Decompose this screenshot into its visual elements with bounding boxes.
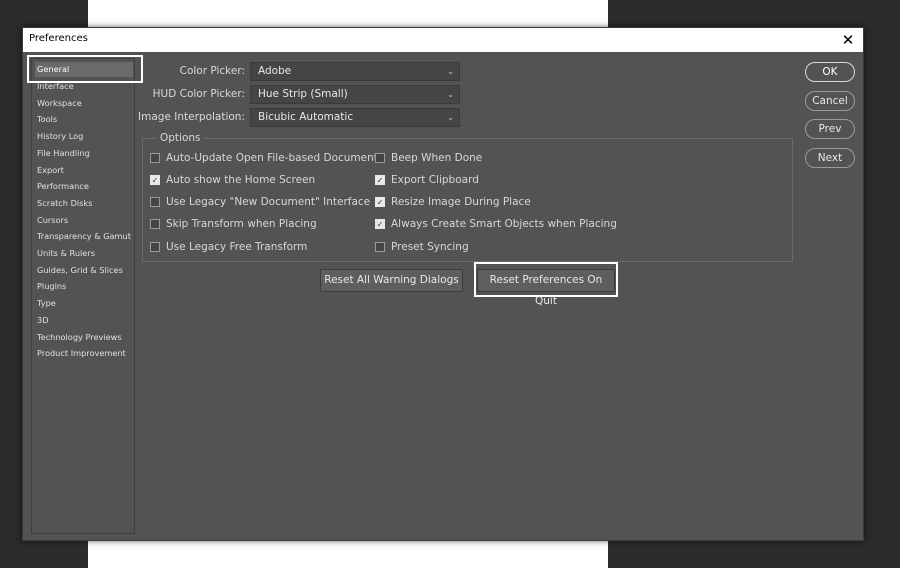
preferences-dialog: Preferences ✕ General Interface Workspac…	[22, 27, 864, 541]
option-legacy-free-transform[interactable]: Use Legacy Free Transform	[150, 240, 307, 254]
dialog-title: Preferences	[29, 33, 88, 44]
sidebar-item-file-handling[interactable]: File Handling	[35, 146, 133, 161]
reset-warning-dialogs-button[interactable]: Reset All Warning Dialogs	[320, 269, 463, 292]
sidebar-item-plugins[interactable]: Plugins	[35, 279, 133, 294]
option-auto-update[interactable]: Auto-Update Open File-based Documents	[150, 151, 383, 165]
color-picker-value: Adobe	[258, 65, 292, 77]
sidebar-item-units-rulers[interactable]: Units & Rulers	[35, 246, 133, 261]
chevron-down-icon: ⌄	[447, 67, 454, 76]
image-interpolation-select[interactable]: Bicubic Automatic ⌄	[250, 108, 460, 127]
sidebar-item-transparency-gamut[interactable]: Transparency & Gamut	[35, 229, 133, 244]
checkbox[interactable]	[150, 153, 160, 163]
image-interpolation-label: Image Interpolation:	[138, 111, 245, 123]
ok-button[interactable]: OK	[805, 62, 855, 82]
option-legacy-new-doc[interactable]: Use Legacy "New Document" Interface	[150, 195, 370, 209]
reset-preferences-highlight-box	[474, 262, 618, 297]
hud-color-picker-label: HUD Color Picker:	[152, 88, 245, 100]
check-icon[interactable]: ✓	[375, 219, 385, 229]
preferences-sidebar: General Interface Workspace Tools Histor…	[31, 58, 135, 534]
title-bar: Preferences ✕	[23, 28, 863, 52]
option-skip-transform[interactable]: Skip Transform when Placing	[150, 217, 317, 231]
sidebar-item-history-log[interactable]: History Log	[35, 129, 133, 144]
color-picker-select[interactable]: Adobe ⌄	[250, 62, 460, 81]
checkbox[interactable]	[375, 242, 385, 252]
checkbox[interactable]	[375, 153, 385, 163]
check-icon[interactable]: ✓	[150, 175, 160, 185]
sidebar-item-workspace[interactable]: Workspace	[35, 96, 133, 111]
sidebar-item-performance[interactable]: Performance	[35, 179, 133, 194]
sidebar-item-tools[interactable]: Tools	[35, 112, 133, 127]
sidebar-item-type[interactable]: Type	[35, 296, 133, 311]
next-button[interactable]: Next	[805, 148, 855, 168]
option-export-clipboard[interactable]: ✓ Export Clipboard	[375, 173, 479, 187]
option-beep-when-done[interactable]: Beep When Done	[375, 151, 482, 165]
sidebar-item-product-improvement[interactable]: Product Improvement	[35, 346, 133, 361]
prev-button[interactable]: Prev	[805, 119, 855, 139]
sidebar-item-guides-grid-slices[interactable]: Guides, Grid & Slices	[35, 263, 133, 278]
cancel-button[interactable]: Cancel	[805, 91, 855, 111]
image-interpolation-value: Bicubic Automatic	[258, 111, 354, 123]
option-smart-objects[interactable]: ✓ Always Create Smart Objects when Placi…	[375, 217, 617, 231]
color-picker-label: Color Picker:	[179, 65, 245, 77]
hud-color-picker-select[interactable]: Hue Strip (Small) ⌄	[250, 85, 460, 104]
general-highlight-box	[27, 55, 143, 83]
options-legend: Options	[157, 132, 204, 144]
sidebar-item-technology-previews[interactable]: Technology Previews	[35, 330, 133, 345]
check-icon[interactable]: ✓	[375, 175, 385, 185]
sidebar-item-export[interactable]: Export	[35, 163, 133, 178]
checkbox[interactable]	[150, 219, 160, 229]
check-icon[interactable]: ✓	[375, 197, 385, 207]
close-icon[interactable]: ✕	[839, 31, 857, 49]
hud-color-picker-value: Hue Strip (Small)	[258, 88, 348, 100]
sidebar-item-3d[interactable]: 3D	[35, 313, 133, 328]
option-preset-syncing[interactable]: Preset Syncing	[375, 240, 469, 254]
option-auto-show-home[interactable]: ✓ Auto show the Home Screen	[150, 173, 315, 187]
option-resize-image-place[interactable]: ✓ Resize Image During Place	[375, 195, 531, 209]
sidebar-item-cursors[interactable]: Cursors	[35, 213, 133, 228]
chevron-down-icon: ⌄	[447, 90, 454, 99]
checkbox[interactable]	[150, 197, 160, 207]
sidebar-item-scratch-disks[interactable]: Scratch Disks	[35, 196, 133, 211]
chevron-down-icon: ⌄	[447, 113, 454, 122]
checkbox[interactable]	[150, 242, 160, 252]
